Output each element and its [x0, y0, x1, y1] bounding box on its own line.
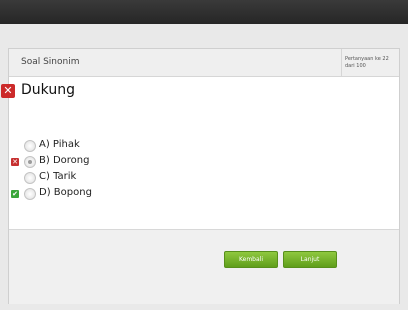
- radio-button[interactable]: [24, 172, 36, 184]
- option-c[interactable]: C) Tarik: [9, 170, 209, 184]
- option-label: B) Dorong: [39, 155, 90, 166]
- correct-answer-icon: ✔: [11, 190, 19, 198]
- option-b[interactable]: ✕ B) Dorong: [9, 154, 209, 168]
- option-a[interactable]: A) Pihak: [9, 138, 209, 152]
- radio-button[interactable]: [24, 188, 36, 200]
- question-text: Dukung: [21, 82, 75, 98]
- quiz-title: Soal Sinonim: [21, 57, 80, 67]
- quiz-header: Soal Sinonim Pertanyaan ke 22 dari 100: [9, 49, 399, 77]
- question-wrong-icon: ✕: [1, 84, 15, 98]
- back-button[interactable]: Kembali: [224, 251, 278, 268]
- option-label: D) Bopong: [39, 187, 92, 198]
- quiz-footer: Kembali Lanjut: [9, 229, 399, 304]
- option-label: A) Pihak: [39, 139, 80, 150]
- question-progress: Pertanyaan ke 22 dari 100: [345, 56, 389, 69]
- radio-button[interactable]: [24, 140, 36, 152]
- radio-button-selected[interactable]: [24, 156, 36, 168]
- top-bar: [0, 0, 408, 24]
- option-label: C) Tarik: [39, 171, 77, 182]
- next-button[interactable]: Lanjut: [283, 251, 337, 268]
- quiz-card: Soal Sinonim Pertanyaan ke 22 dari 100 ✕…: [1, 48, 400, 304]
- header-divider: [341, 49, 342, 76]
- option-d[interactable]: ✔ D) Bopong: [9, 186, 209, 200]
- wrong-answer-icon: ✕: [11, 158, 19, 166]
